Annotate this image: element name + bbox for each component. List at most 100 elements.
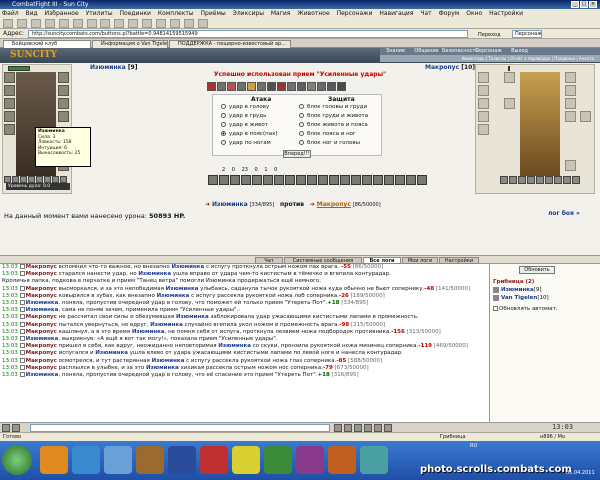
translit-icon[interactable] (344, 424, 352, 432)
menu-utilities[interactable]: Утилиты (86, 10, 113, 17)
belt-slot[interactable] (4, 124, 15, 135)
menu-file[interactable]: Файл (2, 10, 19, 17)
r-shield-slot[interactable] (565, 111, 576, 122)
menu-animal[interactable]: Животное (297, 10, 329, 17)
message-actor[interactable]: Изюминка (26, 300, 59, 306)
skill-icon[interactable] (307, 175, 317, 185)
left-player-name[interactable]: Изюминка [9] (90, 64, 137, 71)
vs-left-name[interactable]: Изюминка (212, 201, 248, 208)
effect-icon[interactable] (554, 176, 562, 184)
message-target[interactable]: Изюминка (150, 322, 183, 328)
helmet-slot[interactable] (4, 72, 15, 83)
tab-my-logs[interactable]: Мои логи (402, 257, 438, 264)
inventory-icon[interactable] (100, 19, 111, 28)
game-client-icon[interactable] (136, 446, 164, 474)
skill-icon[interactable] (406, 175, 416, 185)
skill-icon[interactable] (318, 175, 328, 185)
heart-icon[interactable] (277, 82, 286, 91)
chat-input[interactable] (30, 424, 330, 432)
attack-option-chest[interactable]: удар в грудь (221, 112, 266, 121)
r-boots-slot[interactable] (565, 160, 576, 171)
effect-icon[interactable] (44, 176, 51, 183)
r-armor-slot[interactable] (478, 111, 489, 122)
effect-icon[interactable] (28, 176, 35, 183)
amulet-slot[interactable] (4, 85, 15, 96)
message-target[interactable]: Изюминка (152, 358, 185, 364)
r-ring-slot[interactable] (565, 85, 576, 96)
file-manager-icon[interactable] (168, 446, 196, 474)
menu-sets[interactable]: Комплекты (158, 10, 194, 17)
message-target[interactable]: Изюминка (172, 264, 205, 270)
message-actor[interactable]: Макропус (26, 264, 57, 270)
defense-option-belly-belt[interactable]: блок живота и пояса (299, 121, 368, 130)
skill-icon[interactable] (208, 175, 218, 185)
weapon-slot[interactable] (4, 98, 15, 109)
r-bracer-slot[interactable] (504, 98, 515, 109)
defense-option-legs-head[interactable]: блок ног и головы (299, 139, 360, 148)
technique-icon[interactable] (247, 82, 256, 91)
menu-settings[interactable]: Настройки (489, 10, 523, 17)
map-icon[interactable] (183, 19, 194, 28)
menu-elixirs[interactable]: Эликсиры (233, 10, 264, 17)
message-actor[interactable]: Макропус (26, 314, 57, 320)
message-actor[interactable]: Изюминка (26, 372, 59, 378)
effect-icon[interactable] (52, 176, 59, 183)
effect-icon[interactable] (12, 176, 19, 183)
menu-favorites[interactable]: Избранное (45, 10, 79, 17)
maximize-icon[interactable]: □ (580, 1, 588, 8)
explorer-icon[interactable] (40, 446, 68, 474)
chrome-icon[interactable] (232, 446, 260, 474)
radio-icon[interactable] (299, 104, 304, 109)
effect-icon[interactable] (572, 176, 580, 184)
skill-icon[interactable] (285, 175, 295, 185)
technique-icon[interactable] (287, 82, 296, 91)
chat-log[interactable]: 13:03 Макропус вспомнил что-то важное, н… (0, 264, 490, 422)
tab-all-logs[interactable]: Все логи (363, 257, 401, 264)
skill-icon[interactable] (395, 175, 405, 185)
technique-icon[interactable] (207, 82, 216, 91)
menu-magic[interactable]: Магия (271, 10, 291, 17)
nav-security[interactable]: Безопасность (442, 48, 478, 55)
menu-techniques[interactable]: Приёмы (201, 10, 226, 17)
room-user[interactable]: Van Tigelen[10] (493, 294, 593, 302)
nav-character[interactable]: Персонаж (473, 48, 504, 55)
r-offhand-slot[interactable] (580, 111, 591, 122)
radio-icon[interactable] (221, 104, 226, 109)
nav-knowledge[interactable]: Знание (380, 48, 411, 55)
clear-icon[interactable] (12, 424, 20, 432)
info-icon[interactable] (19, 292, 25, 298)
technique-icon[interactable] (327, 82, 336, 91)
effect-icon[interactable] (4, 176, 11, 183)
skill-icon[interactable] (373, 175, 383, 185)
shield-slot[interactable] (58, 111, 69, 122)
ring-slot[interactable] (58, 85, 69, 96)
message-actor[interactable]: Макропус (26, 271, 57, 277)
tab-system-messages[interactable]: Системные сообщения (284, 257, 362, 264)
map-icon[interactable] (384, 424, 392, 432)
address-input[interactable]: http://suncity.combats.com/buttons.pl?ba… (28, 30, 468, 38)
r-earring-slot[interactable] (565, 72, 576, 83)
room-user[interactable]: Изюминка[9] (493, 286, 593, 294)
effect-icon[interactable] (60, 176, 67, 183)
defense-option-head-chest[interactable]: блок головы и груди (299, 103, 367, 112)
game-sub-nav[interactable]: Инвентарь | Таланты | Отчёт о переводах … (380, 55, 600, 62)
info-icon[interactable] (19, 336, 25, 342)
effect-icon[interactable] (527, 176, 535, 184)
technique-icon[interactable] (257, 82, 266, 91)
menu-window[interactable]: Окно (466, 10, 482, 17)
settings-icon[interactable] (86, 19, 97, 28)
skill-icon[interactable] (417, 175, 427, 185)
skill-icon[interactable] (252, 175, 262, 185)
technique-icon[interactable] (217, 82, 226, 91)
menu-view[interactable]: Вид (26, 10, 38, 17)
app-icon[interactable] (200, 446, 228, 474)
r-amulet-slot[interactable] (478, 85, 489, 96)
message-actor[interactable]: Макропус (26, 293, 57, 299)
technique-icon[interactable] (237, 82, 246, 91)
technique-icon[interactable] (337, 82, 346, 91)
smile-icon[interactable] (2, 424, 10, 432)
radio-icon[interactable] (221, 113, 226, 118)
armor-slot[interactable] (4, 111, 15, 122)
animal-icon[interactable] (170, 19, 181, 28)
message-actor[interactable]: Изюминка (26, 336, 59, 342)
